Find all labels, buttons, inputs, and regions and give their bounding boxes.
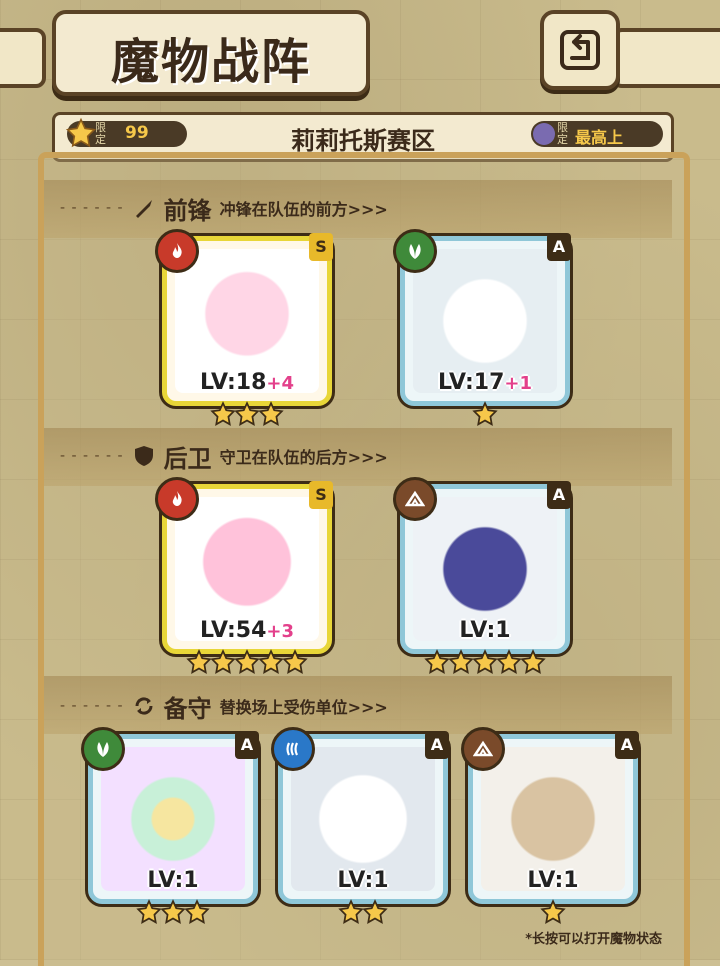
section-title: 前锋 (163, 196, 212, 225)
fire-icon (155, 477, 199, 521)
level-plus: +4 (266, 373, 295, 394)
divider: - - - - - - (60, 698, 124, 714)
limit2-tag: 限定 (557, 121, 568, 146)
swap-icon (135, 697, 153, 715)
level-plus: +1 (504, 373, 533, 394)
level-text: LV:1 (473, 868, 633, 893)
star-icon (184, 899, 210, 924)
star-icon (520, 649, 546, 674)
avatar (533, 123, 555, 145)
title-plate: 魔物战阵 (52, 10, 370, 96)
star-icon (160, 899, 186, 924)
level-text: LV:17+1 (405, 370, 565, 395)
level-value: LV:1 (337, 868, 389, 893)
section-title: 后卫 (163, 444, 212, 473)
rank-badge: A (235, 731, 259, 759)
star-icon (448, 649, 474, 674)
mountain-icon (461, 727, 505, 771)
star-rating (473, 899, 633, 925)
leaf-icon (393, 229, 437, 273)
level-value: LV:54 (199, 618, 267, 643)
back-arrow-icon (560, 30, 600, 70)
star-icon (186, 649, 212, 674)
leaf-icon (81, 727, 125, 771)
star-rating (405, 649, 565, 675)
level-text: LV:18+4 (167, 370, 327, 395)
level-text: LV:54+3 (167, 618, 327, 643)
shield-icon (134, 446, 153, 466)
star-icon (258, 401, 284, 426)
monster-card-reserve-1[interactable]: A LV:1 (81, 727, 259, 924)
star-icon (234, 401, 260, 426)
star-icon (234, 649, 260, 674)
rank-badge: A (425, 731, 449, 759)
star-rating (283, 899, 443, 925)
section-title: 备守 (163, 694, 212, 723)
fire-icon (155, 229, 199, 273)
star-icon (282, 649, 308, 674)
star-icon (136, 899, 162, 924)
monster-card-reserve-3[interactable]: A LV:1 (461, 727, 639, 924)
star-icon (472, 401, 498, 426)
back-button[interactable] (540, 10, 620, 90)
page-title: 魔物战阵 (110, 34, 311, 90)
section-desc: 冲锋在队伍的前方>>> (219, 200, 388, 219)
level-text: LV:1 (405, 618, 565, 643)
level-value: LV:1 (527, 868, 579, 893)
star-icon (210, 649, 236, 674)
level-text: LV:1 (283, 868, 443, 893)
sword-icon (135, 200, 152, 218)
rank-badge: A (547, 481, 571, 509)
divider: - - - - - - (60, 448, 124, 464)
star-icon (472, 649, 498, 674)
rank-badge: S (309, 233, 333, 261)
monster-card-reserve-2[interactable]: A LV:1 (271, 727, 449, 924)
divider: - - - - - - (60, 200, 124, 216)
rank-badge: A (547, 233, 571, 261)
limit2-text: 最高上 (575, 128, 624, 147)
water-icon (271, 727, 315, 771)
level-plus: +3 (266, 621, 295, 642)
star-icon (362, 899, 388, 924)
mountain-icon (393, 477, 437, 521)
rank-badge: S (309, 481, 333, 509)
star-rating (93, 899, 253, 925)
section-desc: 守卫在队伍的后方>>> (219, 448, 388, 467)
star-icon (496, 649, 522, 674)
rank-badge: A (615, 731, 639, 759)
monster-card-back-2[interactable]: A LV:1 (393, 477, 571, 674)
section-back: - - - - - - 后卫 守卫在队伍的后方>>> (60, 440, 388, 473)
left-tab (0, 28, 46, 88)
monster-card-front-2[interactable]: A LV:17+1 (393, 229, 571, 426)
star-icon (540, 899, 566, 924)
level-value: LV:1 (459, 618, 511, 643)
monster-card-back-1[interactable]: S LV:54+3 (155, 477, 333, 674)
limit2-box: 限定 最高上 (531, 121, 663, 147)
star-icon (258, 649, 284, 674)
level-text: LV:1 (93, 868, 253, 893)
level-value: LV:17 (437, 370, 505, 395)
section-desc: 替换场上受伤单位>>> (219, 698, 388, 717)
section-reserve: - - - - - - 备守 替换场上受伤单位>>> (60, 690, 388, 723)
level-value: LV:18 (199, 370, 267, 395)
level-value: LV:1 (147, 868, 199, 893)
star-icon (424, 649, 450, 674)
footnote: *长按可以打开魔物状态 (525, 932, 662, 947)
star-icon (210, 401, 236, 426)
monster-card-front-1[interactable]: S LV:18+4 (155, 229, 333, 426)
right-bar (612, 28, 720, 88)
star-rating (167, 401, 327, 427)
star-rating (167, 649, 327, 675)
star-rating (405, 401, 565, 427)
section-front: - - - - - - 前锋 冲锋在队伍的前方>>> (60, 192, 388, 225)
star-icon (338, 899, 364, 924)
